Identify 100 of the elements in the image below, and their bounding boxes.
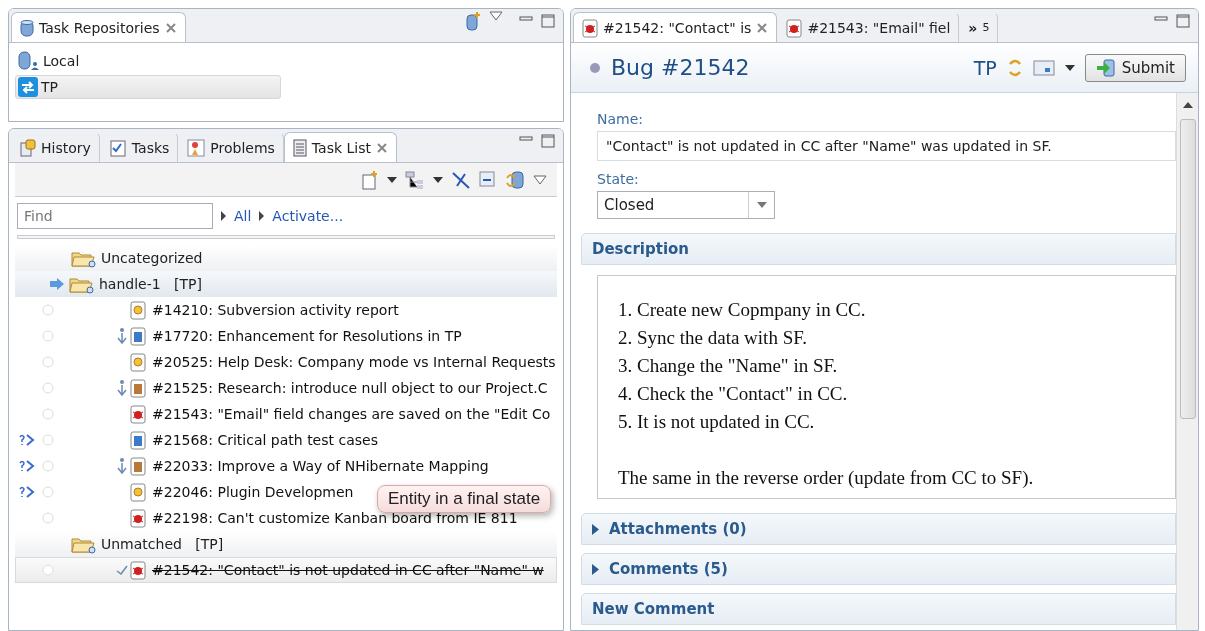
- description-line: 5. It is not updated in CC.: [618, 410, 816, 434]
- document-list-icon: [292, 138, 307, 157]
- checklist-icon: [108, 138, 127, 157]
- task-row[interactable]: #21542: "Contact" is not updated in CC after "Name" w: [15, 557, 557, 583]
- sync-icon[interactable]: [1006, 57, 1023, 78]
- status-dot-icon: [589, 61, 601, 74]
- description-line: 4. Check the "Contact" in CC.: [618, 382, 849, 406]
- view-tab[interactable]: Tasks: [99, 132, 179, 162]
- circle-icon: [42, 486, 54, 498]
- description-line: 1. Create new Copmpany in CC.: [618, 298, 867, 322]
- description-line: 3. Change the "Name" in SF.: [618, 354, 839, 378]
- field-label: Name:: [596, 111, 645, 127]
- editor-tab[interactable]: #21542: "Contact" is: [573, 12, 778, 42]
- task-title: #20525: Help Desk: Company mode vs Internal Requests: [152, 354, 556, 370]
- maximize-icon[interactable]: [541, 13, 555, 28]
- caret-icon[interactable]: [1064, 64, 1075, 71]
- circle-icon: [42, 304, 54, 316]
- section-header[interactable]: Attachments (0): [581, 513, 1176, 545]
- overflow-tabs[interactable]: » 5: [959, 12, 999, 42]
- repository-item[interactable]: Local: [15, 49, 281, 73]
- activate-link[interactable]: Activate...: [272, 208, 344, 224]
- find-field[interactable]: Find: [17, 203, 213, 229]
- problems-icon: [187, 138, 206, 157]
- view-menu-icon[interactable]: [533, 174, 547, 185]
- repository-item[interactable]: TP: [15, 75, 281, 99]
- editor-title: Bug #21542: [611, 55, 751, 80]
- circle-icon: [42, 330, 54, 342]
- view-tab[interactable]: Problems: [178, 132, 284, 162]
- close-icon[interactable]: [376, 141, 388, 154]
- bug-icon: [130, 560, 146, 580]
- task-title: #21568: Critical path test cases: [152, 432, 378, 448]
- submit-button[interactable]: Submit: [1084, 53, 1186, 82]
- task-title: #22033: Improve a Way of NHibernate Mapping: [152, 458, 489, 474]
- lightbulb-icon: [130, 300, 146, 320]
- name-field[interactable]: "Contact" is not updated in CC after "Name" was updated in SF.: [597, 131, 1176, 161]
- right-arrow-icon: [49, 277, 65, 291]
- maximize-icon[interactable]: [541, 133, 555, 148]
- history-icon: [20, 138, 36, 157]
- triangle-icon: [259, 211, 265, 221]
- checkmark-icon: [116, 564, 128, 576]
- circle-icon: [42, 434, 54, 446]
- task-title: #22046: Plugin Developmen: [152, 484, 354, 500]
- task-title: #22198: Can't customize Kanban board from IE 811: [152, 510, 518, 526]
- expand-arrow-icon: [592, 523, 599, 535]
- view-tab[interactable]: Task Repositories: [11, 12, 186, 42]
- task-icon: [130, 430, 146, 450]
- description-line: 2. Sync the data with SF.: [618, 326, 808, 350]
- circle-icon: [42, 564, 54, 576]
- expand-arrow-icon: [592, 563, 599, 575]
- bug-icon: [582, 17, 598, 38]
- section-header[interactable]: Comments (5): [581, 553, 1176, 585]
- state-dropdown[interactable]: Closed: [597, 191, 775, 219]
- lightbulb-icon: [130, 352, 146, 372]
- close-icon[interactable]: [164, 21, 177, 34]
- repository-label: TP: [973, 56, 997, 79]
- bug-icon: [130, 404, 146, 424]
- field-label: State:: [596, 171, 640, 187]
- triangle-icon: [221, 211, 226, 221]
- section-header[interactable]: New Comment: [581, 593, 1176, 625]
- circle-icon: [42, 460, 54, 472]
- section-header[interactable]: Description: [581, 233, 1176, 265]
- filter-icon[interactable]: [451, 169, 471, 190]
- task-title: #21543: "Email" field changes are saved on the "Edit Co: [152, 406, 551, 422]
- submit-icon: [1095, 58, 1116, 77]
- task-icon: [130, 326, 146, 346]
- circle-icon: [42, 512, 54, 524]
- sync-icon[interactable]: [505, 169, 525, 190]
- task-title: #21542: "Contact" is not updated in CC after "Name" w: [152, 562, 544, 578]
- view-tab[interactable]: Task List: [283, 132, 397, 162]
- database-user-icon: [18, 51, 40, 71]
- sync-arrows-icon: [18, 77, 38, 97]
- bug-icon: [786, 17, 803, 38]
- close-icon[interactable]: [756, 21, 769, 34]
- task-title: #14210: Subversion activity report: [152, 302, 399, 318]
- view-tab[interactable]: History: [11, 132, 100, 162]
- category-row[interactable]: handle-1 [TP]: [15, 271, 557, 297]
- scrollbar[interactable]: [1176, 93, 1198, 630]
- add-repository-icon[interactable]: [465, 10, 481, 31]
- all-link[interactable]: All: [234, 208, 252, 224]
- circle-icon: [42, 408, 54, 420]
- task-title: #17720: Enhancement for Resolutions in TP: [152, 328, 462, 344]
- description-box[interactable]: 1. Create new Copmpany in CC. 2. Sync the data with SF. 3. Change the "Name" in SF. 4. Check the "Contact" in CC. 5. It is not updated in CC. The same in the reverse order (update from CC to SF).: [597, 275, 1176, 499]
- caret-icon[interactable]: [387, 176, 397, 183]
- caret-icon[interactable]: [433, 176, 443, 183]
- task-title: #21525: Research: introduce null object to our Project.C: [152, 380, 548, 396]
- circle-icon: [42, 356, 54, 368]
- new-task-icon[interactable]: [361, 169, 379, 190]
- circle-icon: [42, 382, 54, 394]
- scroll-up-icon[interactable]: [1182, 101, 1193, 109]
- description-line: The same in the reverse order (update from CC to SF).: [618, 466, 1035, 490]
- calendar-icon[interactable]: [1032, 59, 1055, 76]
- bug-icon: [130, 508, 146, 528]
- maximize-icon[interactable]: [1176, 13, 1190, 28]
- collapse-all-icon[interactable]: [479, 170, 497, 189]
- editor-tab[interactable]: #21543: "Email" fiel: [777, 12, 960, 42]
- feature-icon: [130, 456, 146, 476]
- hierarchy-icon[interactable]: [405, 169, 425, 190]
- callout-tooltip: Entity in a final state: [377, 485, 552, 513]
- view-menu-icon[interactable]: [489, 10, 503, 21]
- repositories-icon: [20, 18, 34, 37]
